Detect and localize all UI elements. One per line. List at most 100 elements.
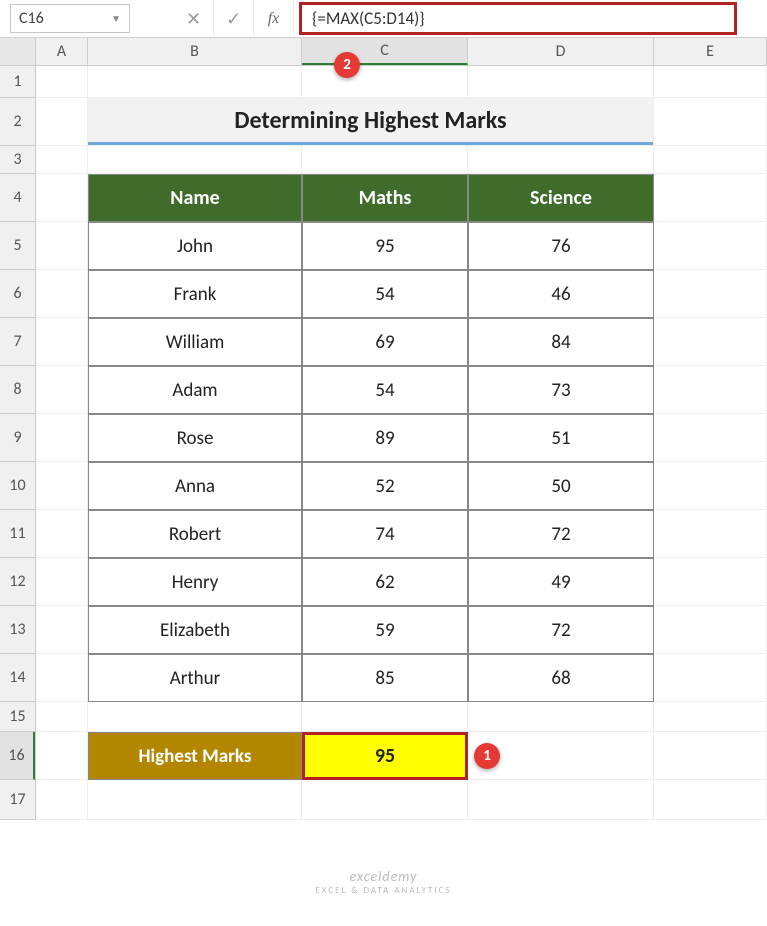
table-row[interactable]: 54	[302, 270, 468, 318]
table-row[interactable]: Henry	[88, 558, 302, 606]
column-header-C[interactable]: C	[302, 38, 468, 65]
highest-marks-label[interactable]: Highest Marks	[88, 732, 302, 780]
table-row[interactable]: Rose	[88, 414, 302, 462]
cell-B15[interactable]	[88, 702, 302, 732]
table-row[interactable]: 68	[468, 654, 654, 702]
cell-E6[interactable]	[654, 270, 767, 318]
table-row[interactable]: William	[88, 318, 302, 366]
cell-E17[interactable]	[654, 780, 767, 820]
row-header-17[interactable]: 17	[0, 780, 35, 820]
table-header-science[interactable]: Science	[468, 174, 654, 222]
row-header-1[interactable]: 1	[0, 66, 35, 98]
formula-input[interactable]: {=MAX(C5:D14)}	[294, 0, 767, 37]
table-row[interactable]: 59	[302, 606, 468, 654]
cell-A2[interactable]	[36, 98, 88, 146]
table-row[interactable]: Arthur	[88, 654, 302, 702]
table-row[interactable]: 69	[302, 318, 468, 366]
row-header-2[interactable]: 2	[0, 98, 35, 146]
cell-E8[interactable]	[654, 366, 767, 414]
cell-A3[interactable]	[36, 146, 88, 174]
cell-C3[interactable]	[302, 146, 468, 174]
cell-E2[interactable]	[654, 98, 767, 146]
cell-D3[interactable]	[468, 146, 654, 174]
cell-A4[interactable]	[36, 174, 88, 222]
row-header-12[interactable]: 12	[0, 558, 35, 606]
cell-D16[interactable]: 1	[468, 732, 654, 780]
table-row[interactable]: 89	[302, 414, 468, 462]
cancel-formula-button[interactable]: ✕	[174, 0, 214, 37]
cell-D17[interactable]	[468, 780, 654, 820]
table-row[interactable]: 74	[302, 510, 468, 558]
cell-A12[interactable]	[36, 558, 88, 606]
table-row[interactable]: Anna	[88, 462, 302, 510]
table-row[interactable]: 49	[468, 558, 654, 606]
cell-A16[interactable]	[36, 732, 88, 780]
row-header-6[interactable]: 6	[0, 270, 35, 318]
table-row[interactable]: 72	[468, 606, 654, 654]
cell-D1[interactable]	[468, 66, 654, 98]
table-row[interactable]: 84	[468, 318, 654, 366]
cell-C17[interactable]	[302, 780, 468, 820]
table-row[interactable]: 52	[302, 462, 468, 510]
cell-E15[interactable]	[654, 702, 767, 732]
row-header-4[interactable]: 4	[0, 174, 35, 222]
table-row[interactable]: 85	[302, 654, 468, 702]
table-row[interactable]: John	[88, 222, 302, 270]
cell-B3[interactable]	[88, 146, 302, 174]
column-header-D[interactable]: D	[468, 38, 654, 65]
cell-E9[interactable]	[654, 414, 767, 462]
cell-A14[interactable]	[36, 654, 88, 702]
cell-A13[interactable]	[36, 606, 88, 654]
cell-A6[interactable]	[36, 270, 88, 318]
cell-E4[interactable]	[654, 174, 767, 222]
cell-A1[interactable]	[36, 66, 88, 98]
accept-formula-button[interactable]: ✓	[214, 0, 254, 37]
cell-A10[interactable]	[36, 462, 88, 510]
row-header-15[interactable]: 15	[0, 702, 35, 732]
cell-A15[interactable]	[36, 702, 88, 732]
table-row[interactable]: 72	[468, 510, 654, 558]
row-header-13[interactable]: 13	[0, 606, 35, 654]
table-row[interactable]: 62	[302, 558, 468, 606]
table-row[interactable]: 46	[468, 270, 654, 318]
table-row[interactable]: 73	[468, 366, 654, 414]
cell-E12[interactable]	[654, 558, 767, 606]
cell-E3[interactable]	[654, 146, 767, 174]
table-row[interactable]: Elizabeth	[88, 606, 302, 654]
row-header-8[interactable]: 8	[0, 366, 35, 414]
highest-marks-value[interactable]: 95	[302, 732, 468, 780]
row-header-5[interactable]: 5	[0, 222, 35, 270]
cell-E11[interactable]	[654, 510, 767, 558]
table-row[interactable]: 54	[302, 366, 468, 414]
cell-E13[interactable]	[654, 606, 767, 654]
row-header-14[interactable]: 14	[0, 654, 35, 702]
table-row[interactable]: Frank	[88, 270, 302, 318]
cell-B17[interactable]	[88, 780, 302, 820]
column-header-B[interactable]: B	[88, 38, 302, 65]
cell-A5[interactable]	[36, 222, 88, 270]
table-row[interactable]: 50	[468, 462, 654, 510]
cell-C15[interactable]	[302, 702, 468, 732]
cell-D15[interactable]	[468, 702, 654, 732]
table-header-maths[interactable]: Maths	[302, 174, 468, 222]
cell-E16[interactable]	[654, 732, 767, 780]
cell-E1[interactable]	[654, 66, 767, 98]
cell-A11[interactable]	[36, 510, 88, 558]
row-header-16[interactable]: 16	[0, 732, 35, 780]
row-header-7[interactable]: 7	[0, 318, 35, 366]
cell-E5[interactable]	[654, 222, 767, 270]
cells-area[interactable]: Determining Highest Marks Name Maths Sci…	[36, 66, 767, 820]
table-row[interactable]: 95	[302, 222, 468, 270]
column-header-E[interactable]: E	[654, 38, 767, 65]
chevron-down-icon[interactable]: ▼	[111, 12, 121, 25]
table-row[interactable]: Robert	[88, 510, 302, 558]
cell-A8[interactable]	[36, 366, 88, 414]
row-header-9[interactable]: 9	[0, 414, 35, 462]
title-cell[interactable]: Determining Highest Marks	[88, 98, 654, 146]
table-row[interactable]: 51	[468, 414, 654, 462]
cell-C1[interactable]	[302, 66, 468, 98]
row-header-10[interactable]: 10	[0, 462, 35, 510]
cell-B1[interactable]	[88, 66, 302, 98]
cell-E14[interactable]	[654, 654, 767, 702]
row-header-11[interactable]: 11	[0, 510, 35, 558]
